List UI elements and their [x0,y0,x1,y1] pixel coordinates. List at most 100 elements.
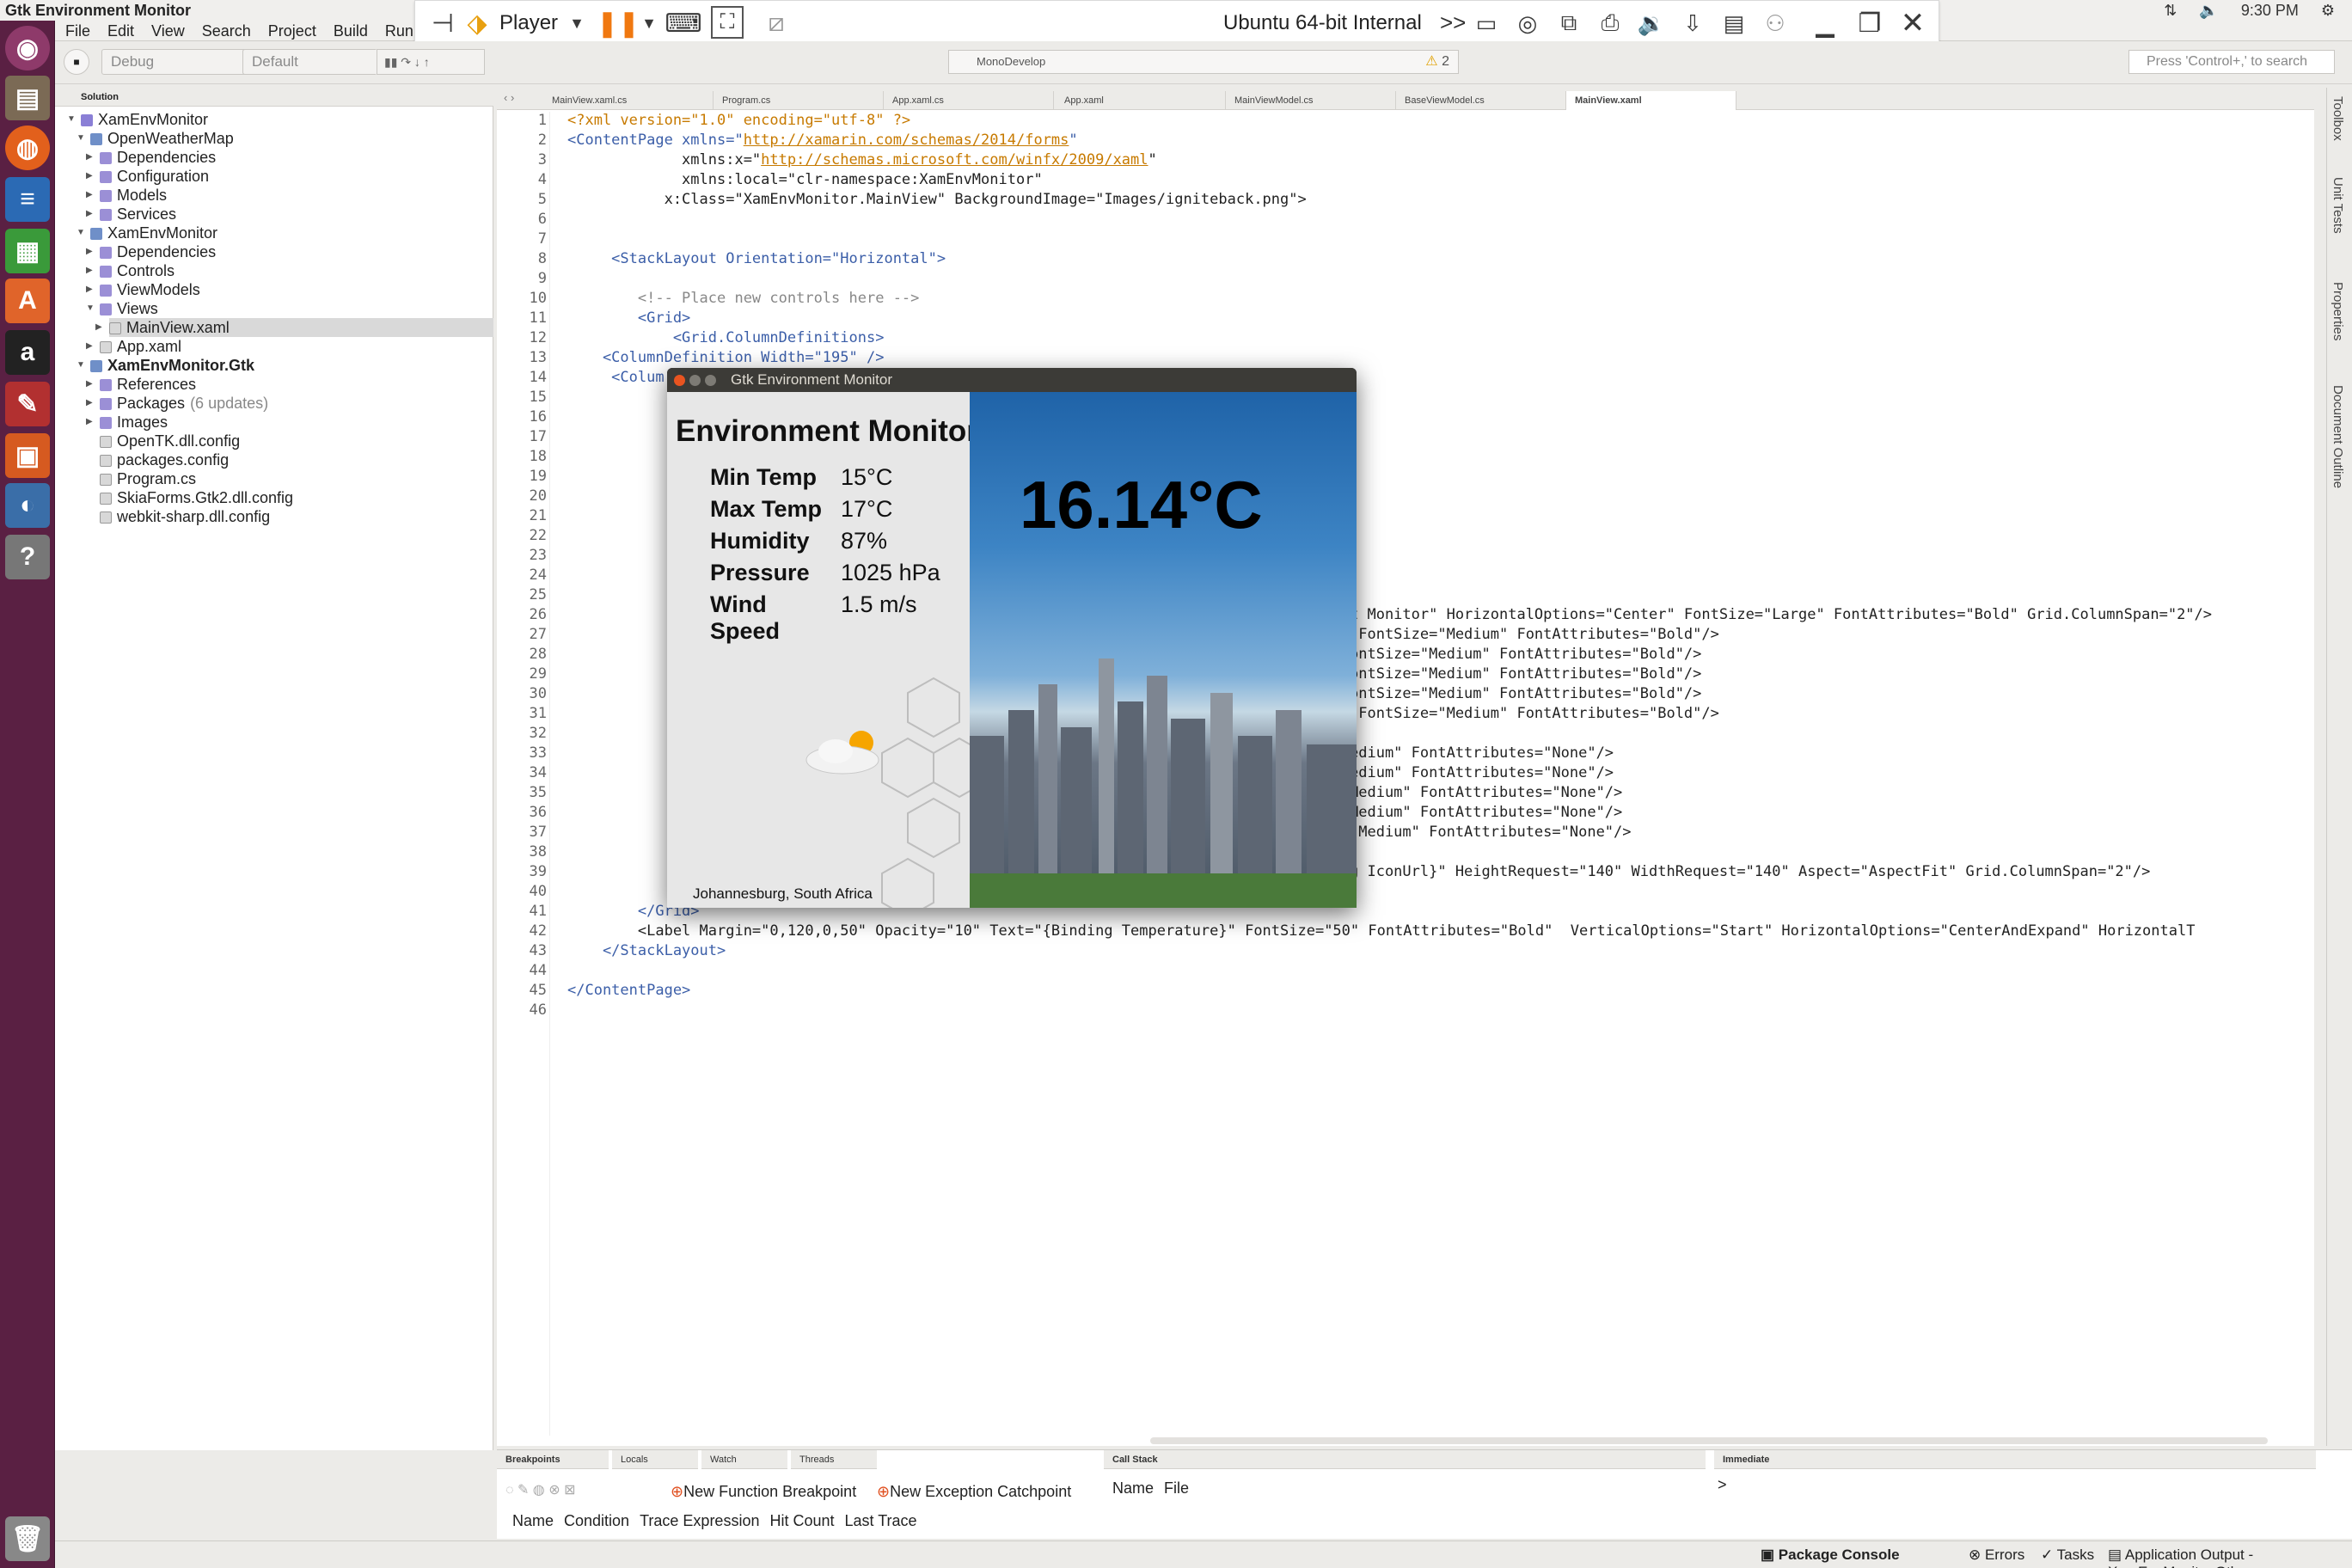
tree-item[interactable]: OpenTK.dll.config [100,432,240,450]
clock[interactable]: 9:30 PM [2241,2,2299,20]
tree-item[interactable]: Program.cs [100,469,196,488]
network-adapter-icon[interactable]: ⧉ [1552,6,1586,40]
expanded-arrow-icon[interactable]: ▼ [67,110,76,129]
breakpoint-action-icons[interactable]: ◌ ✎ ◍ ⊗ ⊠ [505,1481,575,1498]
close-icon[interactable]: ✕ [1896,6,1930,40]
column-header[interactable]: Trace Expression [640,1512,759,1530]
code-line[interactable]: ontSize="Medium" FontAttributes="Bold"/> [1350,685,1701,702]
tree-item[interactable]: ▶ Packages (6 updates) [86,394,268,413]
tree-item[interactable]: ▶ Configuration [86,167,209,186]
editor-tab[interactable]: App.xaml [1056,91,1226,110]
package-console-button[interactable]: ▣ Package Console [1761,1547,1900,1564]
expanded-arrow-icon[interactable]: ▼ [77,224,85,242]
tree-item[interactable]: webkit-sharp.dll.config [100,507,270,526]
amazon-icon[interactable]: a [5,330,50,375]
call-stack-header[interactable]: Call Stack [1104,1450,1706,1469]
expanded-arrow-icon[interactable]: ▼ [77,129,85,148]
code-line[interactable]: <Grid> [567,309,690,327]
display-icon[interactable]: ▤ [1717,6,1751,40]
tree-item[interactable]: ▼ Views [86,299,158,318]
chevron-down-icon[interactable]: ▼ [632,6,666,40]
immediate-prompt[interactable]: > [1718,1476,1727,1494]
code-line[interactable]: edium" FontAttributes="None"/> [1350,764,1614,781]
monodevelop-icon[interactable]: ◐ [5,483,50,528]
editor-tab[interactable]: MainView.xaml [1566,91,1736,110]
tree-item[interactable]: ▶ Dependencies [86,148,216,167]
tree-item[interactable]: ▶ Dependencies [86,242,216,261]
collapsed-arrow-icon[interactable]: ▶ [86,261,93,280]
cd-icon[interactable]: ◎ [1510,6,1545,40]
code-line[interactable]: <?xml version="1.0" encoding="utf-8" ?> [567,112,910,129]
editor-tab[interactable]: MainViewModel.cs [1226,91,1396,110]
gtk-app-window[interactable]: Gtk Environment Monitor Environment Moni… [667,368,1357,908]
network-icon[interactable]: ⇅ [2164,2,2177,20]
tree-item[interactable]: ▼ XamEnvMonitor [67,110,208,129]
minimize-icon[interactable]: ▁ [1808,6,1842,40]
tab-navigation-arrows[interactable]: ‹ › [504,91,514,104]
immediate-header[interactable]: Immediate [1714,1450,2316,1469]
collapsed-arrow-icon[interactable]: ▶ [86,337,93,356]
warning-count[interactable]: ⚠ 2 [1425,51,1449,73]
code-line[interactable]: x:Class="XamEnvMonitor.MainView" Backgro… [567,191,1307,208]
collapsed-arrow-icon[interactable]: ▶ [95,318,102,337]
printer-icon[interactable]: ⎙ [1593,6,1627,40]
help-icon[interactable]: ? [5,535,50,579]
fullscreen-icon[interactable]: ⛶ [711,6,744,39]
tree-item[interactable]: ▶ Controls [86,261,175,280]
chevron-down-icon[interactable]: ▼ [560,6,594,40]
code-line[interactable]: ontSize="Medium" FontAttributes="Bold"/> [1350,665,1701,683]
errors-button[interactable]: ⊗ Errors [1969,1547,2024,1564]
code-line[interactable]: Medium" FontAttributes="None"/> [1350,784,1622,801]
new-function-breakpoint-button[interactable]: ⊕New Function Breakpoint [671,1483,856,1501]
collapsed-arrow-icon[interactable]: ▶ [86,148,93,167]
code-line[interactable]: FontSize="Medium" FontAttributes="Bold"/… [1350,705,1719,722]
editor-tab[interactable]: BaseViewModel.cs [1396,91,1566,110]
collapsed-arrow-icon[interactable]: ▶ [86,413,93,432]
collapsed-arrow-icon[interactable]: ▶ [86,280,93,299]
code-line[interactable]: <Grid.ColumnDefinitions> [567,329,885,346]
debug-controls[interactable]: ▮▮ ↷ ↓ ↑ [377,49,485,75]
code-line[interactable]: FontSize="Medium" FontAttributes="Bold"/… [1350,626,1719,643]
code-line[interactable]: <ContentPage xmlns="http://xamarin.com/s… [567,132,1078,149]
pin-icon[interactable]: ⊣ [426,6,460,40]
unit-tests-tab[interactable]: Unit Tests [2331,177,2345,234]
gtk-maximize-icon[interactable] [705,375,716,386]
properties-tab[interactable]: Properties [2331,282,2345,340]
tree-item[interactable]: ▼ OpenWeatherMap [77,129,234,148]
ubuntu-dash-icon[interactable]: ◉ [5,26,50,70]
locals-tab[interactable]: Locals [612,1450,698,1469]
expanded-arrow-icon[interactable]: ▼ [86,299,95,318]
unity-icon[interactable]: ⧄ [759,6,793,40]
column-header[interactable]: Last Trace [845,1512,917,1530]
trash-icon[interactable]: 🗑 [5,1516,50,1561]
player-logo-icon[interactable]: ⬗ [460,6,494,40]
impress-icon[interactable]: ▣ [5,433,50,478]
breakpoints-tab[interactable]: Breakpoints [497,1450,609,1469]
writer-icon[interactable]: ≡ [5,177,50,222]
column-header[interactable]: Name [1112,1479,1154,1498]
collapsed-arrow-icon[interactable]: ▶ [86,205,93,224]
code-line[interactable]: edium" FontAttributes="None"/> [1350,744,1614,762]
files-icon[interactable]: ▤ [5,76,50,120]
code-line[interactable]: </StackLayout> [567,942,726,959]
code-line[interactable]: <StackLayout Orientation="Horizontal"> [567,250,946,267]
settings-gear-icon[interactable]: ⚙ [2321,2,2335,20]
document-outline-tab[interactable]: Document Outline [2331,385,2345,488]
player-label[interactable]: Player [499,11,558,35]
column-header[interactable]: Condition [564,1512,629,1530]
code-line[interactable]: t Monitor" HorizontalOptions="Center" Fo… [1350,606,2212,623]
collapsed-arrow-icon[interactable]: ▶ [86,167,93,186]
editor-tab[interactable]: Program.cs [714,91,884,110]
collapsed-arrow-icon[interactable]: ▶ [86,375,93,394]
code-line[interactable]: </ContentPage> [567,982,690,999]
watch-tab[interactable]: Watch [701,1450,787,1469]
collapsed-arrow-icon[interactable]: ▶ [86,186,93,205]
tree-item[interactable]: ▶ References [86,375,196,394]
send-keys-icon[interactable]: ⌨ [665,6,701,40]
search-input[interactable]: Press 'Control+,' to search [2128,50,2335,74]
threads-tab[interactable]: Threads [791,1450,877,1469]
horizontal-scrollbar[interactable] [1150,1437,2268,1444]
menu-build[interactable]: Build [325,21,377,41]
tree-item[interactable]: ▼ XamEnvMonitor [77,224,217,242]
software-center-icon[interactable]: A [5,279,50,323]
